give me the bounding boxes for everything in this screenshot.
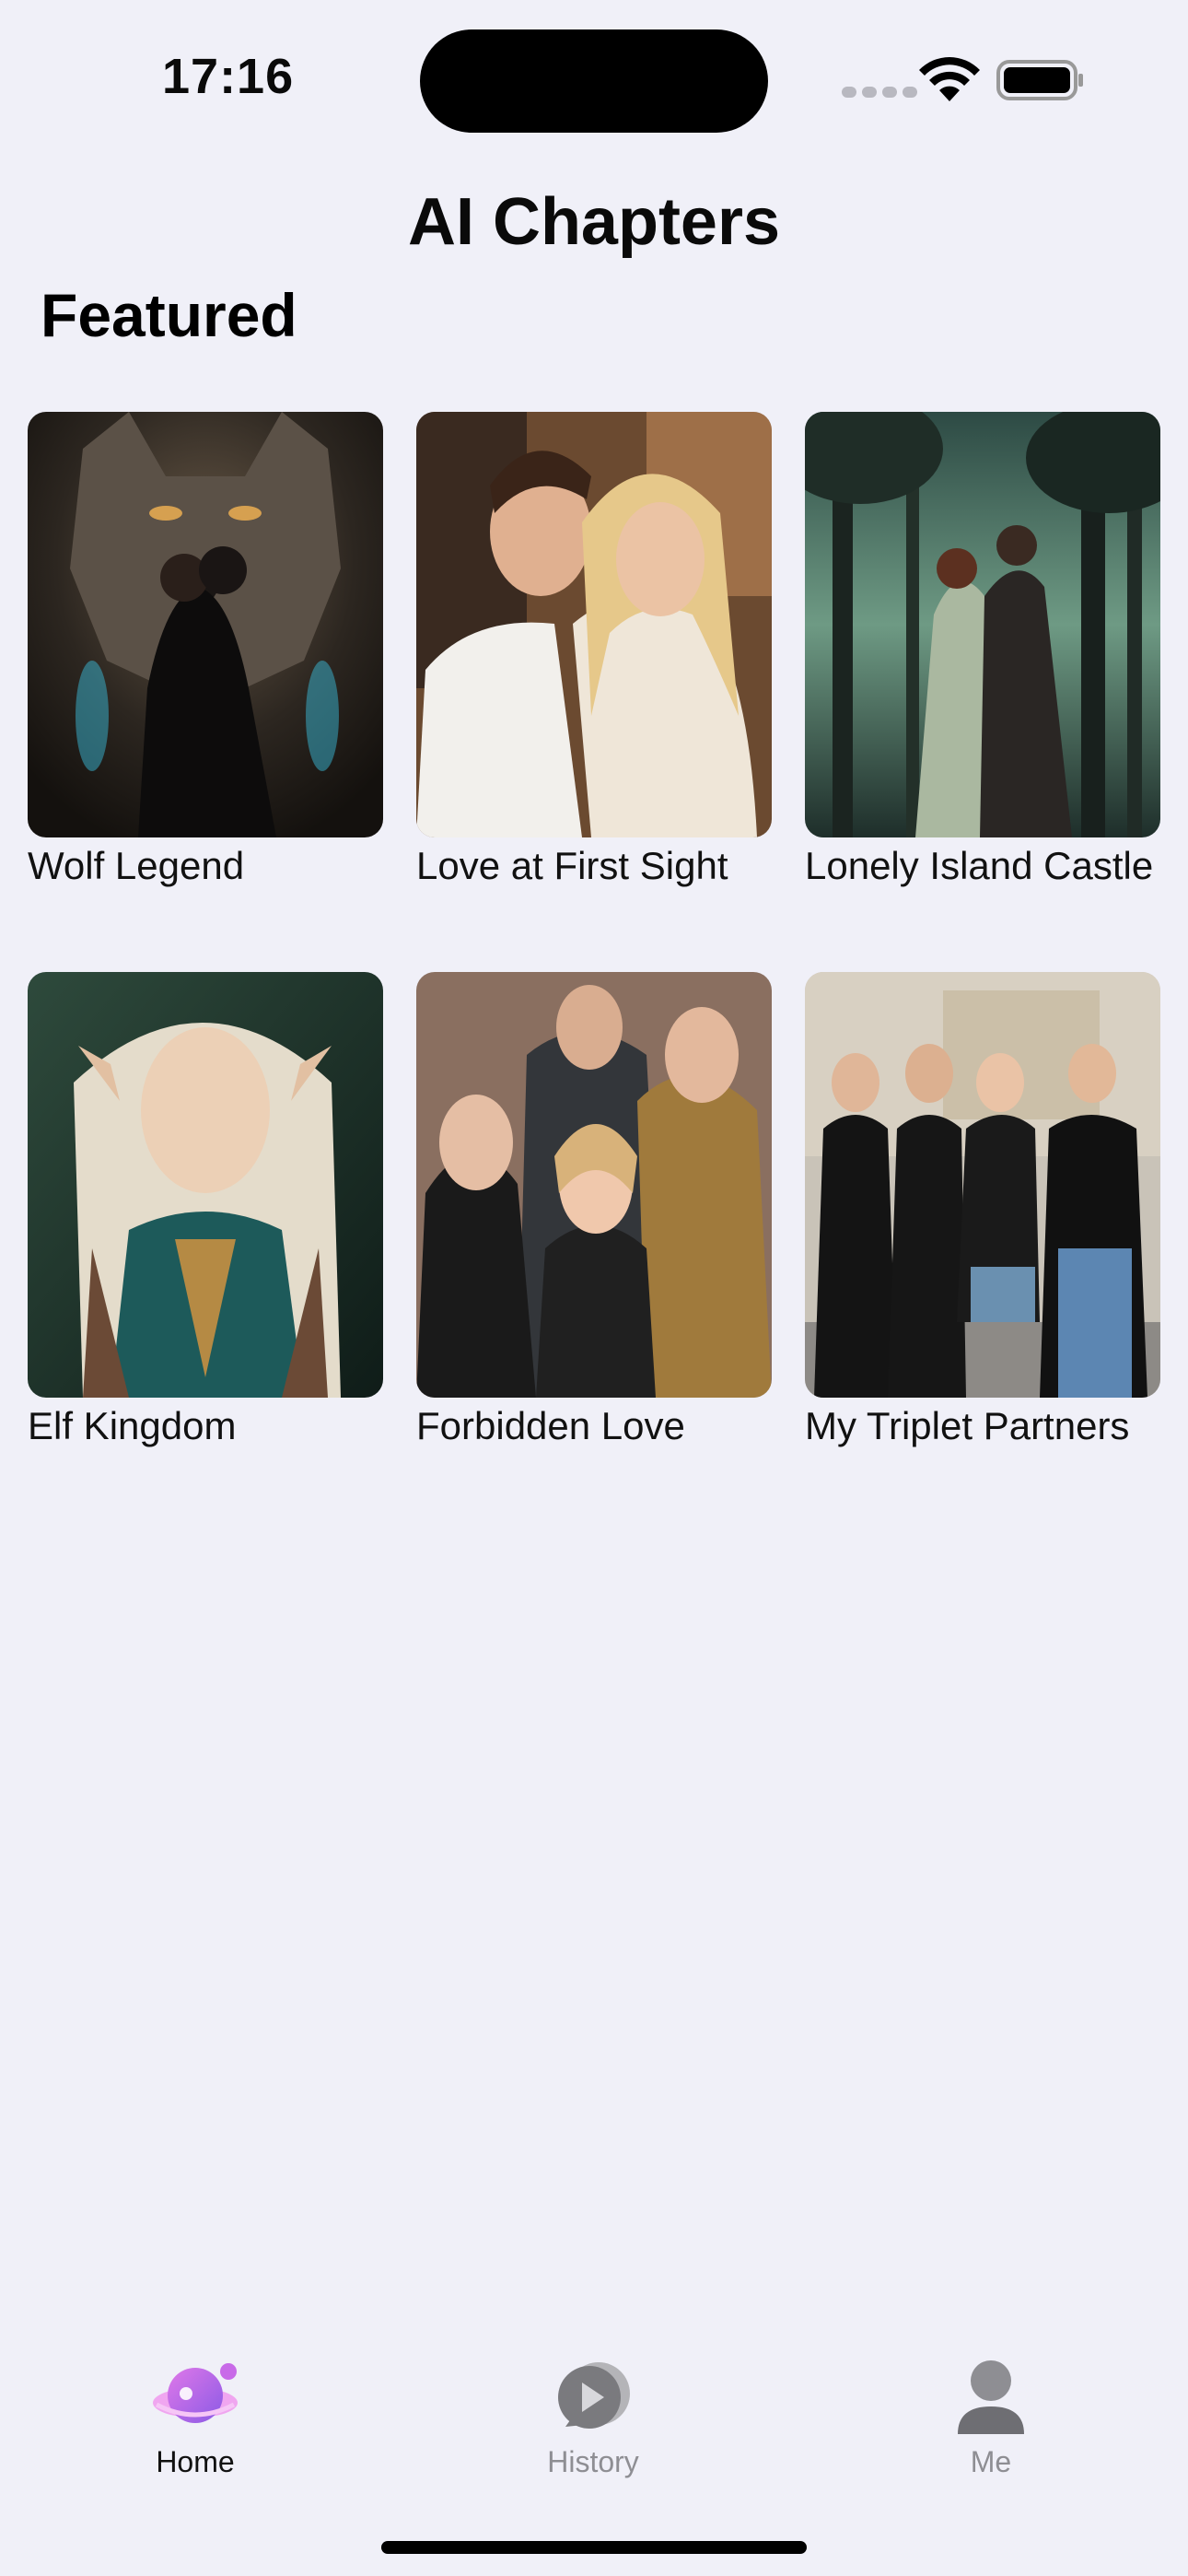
story-card-lonely-island-castle[interactable]: Lonely Island Castle bbox=[805, 412, 1160, 889]
tab-label: History bbox=[547, 2445, 639, 2478]
app-title: AI Chapters bbox=[407, 185, 781, 259]
embracing-couple-cover bbox=[416, 412, 772, 837]
home-indicator bbox=[381, 2541, 807, 2554]
story-card-wolf-legend[interactable]: Wolf Legend bbox=[28, 412, 383, 889]
forest-kiss-cover bbox=[805, 412, 1160, 837]
dynamic-island bbox=[420, 29, 768, 133]
wolf-couple-cover bbox=[28, 412, 383, 837]
story-title: Forbidden Love bbox=[416, 1404, 685, 1447]
story-title: My Triplet Partners bbox=[805, 1404, 1130, 1447]
story-card-forbidden-love[interactable]: Forbidden Love bbox=[416, 972, 772, 1449]
tab-history[interactable]: History bbox=[501, 2355, 685, 2479]
story-title: Elf Kingdom bbox=[28, 1404, 237, 1447]
story-title: Wolf Legend bbox=[28, 844, 245, 887]
story-card-my-triplet-partners[interactable]: My Triplet Partners bbox=[805, 972, 1160, 1449]
story-card-elf-kingdom[interactable]: Elf Kingdom bbox=[28, 972, 383, 1449]
status-time: 17:16 bbox=[162, 49, 295, 104]
tab-label: Me bbox=[970, 2445, 1012, 2478]
cellular-signal-icon bbox=[842, 87, 917, 98]
person-icon bbox=[958, 2360, 1024, 2434]
planet-icon bbox=[153, 2363, 238, 2423]
tab-label: Home bbox=[156, 2445, 235, 2478]
group-portrait-cover bbox=[416, 972, 772, 1398]
battery-icon bbox=[996, 60, 1083, 100]
play-bubble-icon bbox=[558, 2362, 630, 2429]
wifi-icon bbox=[919, 57, 980, 101]
featured-section-title: Featured bbox=[41, 281, 297, 349]
story-title: Love at First Sight bbox=[416, 844, 728, 887]
story-title: Lonely Island Castle bbox=[805, 844, 1154, 887]
elf-portrait-cover bbox=[28, 972, 383, 1398]
campus-group-cover bbox=[805, 972, 1160, 1398]
tab-me[interactable]: Me bbox=[899, 2355, 1083, 2479]
story-card-love-at-first-sight[interactable]: Love at First Sight bbox=[416, 412, 772, 889]
screen: 17:16 AI Chapters Featured Wolf Legend L… bbox=[0, 0, 1188, 2576]
tab-home[interactable]: Home bbox=[103, 2355, 287, 2479]
